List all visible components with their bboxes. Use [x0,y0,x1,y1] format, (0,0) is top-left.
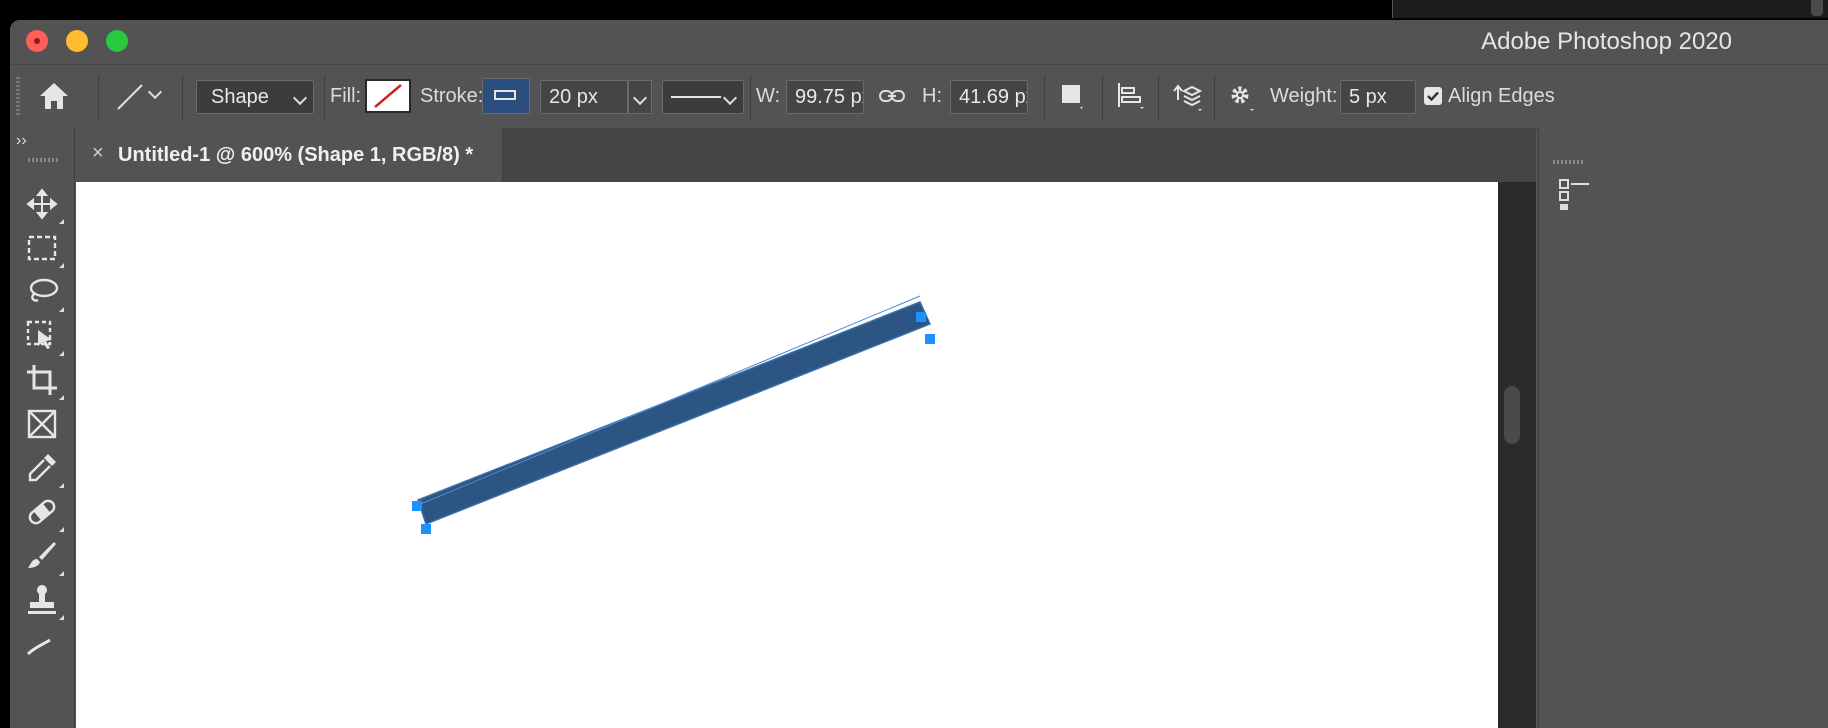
object-selection-tool-icon[interactable] [24,318,64,356]
tool-preset-chevron-down-icon[interactable] [147,84,163,100]
options-bar: Shape Fill: Stroke: 20 px W: 99.75 px H:… [10,64,1828,130]
separator [182,75,183,119]
height-input[interactable]: 41.69 px [950,80,1028,114]
align-edges-checkbox[interactable] [1424,87,1442,105]
marquee-tool-icon[interactable] [24,230,64,268]
window-minimize-button[interactable] [66,30,88,52]
clone-stamp-tool-icon[interactable] [24,582,64,620]
anchor-point-handle[interactable] [421,524,431,534]
title-bar: Adobe Photoshop 2020 [10,20,1828,64]
stroke-swatch[interactable] [482,78,530,114]
stroke-width-input[interactable]: 20 px [540,80,628,114]
separator [1158,75,1159,119]
background-window-scrollbar [1811,0,1823,16]
photoshop-window: Adobe Photoshop 2020 Shape Fill: Stroke: [10,20,1828,728]
shape-path-outline [415,295,921,507]
background-window-fragment [1392,0,1828,18]
crop-tool-icon[interactable] [24,362,64,400]
vertical-scrollbar-thumb[interactable] [1504,386,1520,444]
width-label: W: [756,85,781,107]
stroke-type-select[interactable] [662,80,744,114]
document-tab[interactable]: × Untitled-1 @ 600% (Shape 1, RGB/8) * [76,128,503,182]
desktop-top-strip [0,0,1828,20]
separator [1102,75,1103,119]
options-bar-grip[interactable] [16,77,20,117]
panel-dock-grip[interactable] [1553,160,1583,164]
toolbar-collapse-button[interactable]: ›› [16,132,27,150]
path-alignment-icon[interactable] [1116,81,1146,111]
app-title: Adobe Photoshop 2020 [1481,28,1732,55]
anchor-point-handle[interactable] [925,334,935,344]
separator [98,75,99,119]
eyedropper-tool-icon[interactable] [24,450,64,488]
anchor-point-handle[interactable] [916,312,926,322]
stroke-width-dropdown-button[interactable] [628,80,652,114]
fill-swatch[interactable] [365,79,411,113]
link-icon[interactable] [878,85,906,107]
close-icon[interactable]: × [92,142,104,165]
height-label: H: [922,85,942,107]
line-tool-preset-icon[interactable] [114,81,146,113]
brush-tool-icon[interactable] [24,538,64,576]
document-canvas[interactable] [76,182,1498,728]
separator [1044,75,1045,119]
tool-mode-value: Shape [211,86,269,108]
vertical-scrollbar[interactable] [1500,182,1536,728]
history-brush-tool-icon[interactable] [24,626,60,662]
align-edges-label: Align Edges [1448,85,1555,107]
chevron-down-icon [292,90,308,106]
path-operations-icon[interactable] [1060,83,1086,111]
line-shape[interactable] [417,301,932,525]
width-input[interactable]: 99.75 px [786,80,864,114]
canvas-area [76,182,1536,728]
document-tab-bar: × Untitled-1 @ 600% (Shape 1, RGB/8) * [76,128,1536,182]
window-maximize-button[interactable] [106,30,128,52]
healing-brush-tool-icon[interactable] [24,494,64,532]
lasso-tool-icon[interactable] [24,274,64,312]
path-arrangement-icon[interactable] [1170,79,1204,113]
separator [750,75,751,119]
document-tab-title: Untitled-1 @ 600% (Shape 1, RGB/8) * [118,144,474,166]
chevron-down-icon [722,90,738,106]
frame-tool-icon[interactable] [24,406,60,442]
weight-label: Weight: [1270,85,1338,107]
right-panel-dock [1538,128,1828,728]
panel-icon[interactable] [1559,178,1589,217]
canvas-artwork [412,295,935,534]
window-close-button[interactable] [26,30,48,52]
gear-icon[interactable] [1226,79,1258,113]
stroke-type-line-preview [671,96,721,98]
chevron-down-icon [632,90,648,106]
anchor-point-handle[interactable] [412,501,422,511]
separator [1214,75,1215,119]
tools-panel: ›› [10,128,75,728]
tool-mode-select[interactable]: Shape [196,80,314,114]
move-tool-icon[interactable] [24,186,64,224]
toolbar-grip[interactable] [28,158,60,162]
separator [324,75,325,119]
stroke-label: Stroke: [420,85,484,107]
fill-label: Fill: [330,85,362,107]
weight-input[interactable]: 5 px [1340,80,1416,114]
home-icon[interactable] [38,81,70,111]
